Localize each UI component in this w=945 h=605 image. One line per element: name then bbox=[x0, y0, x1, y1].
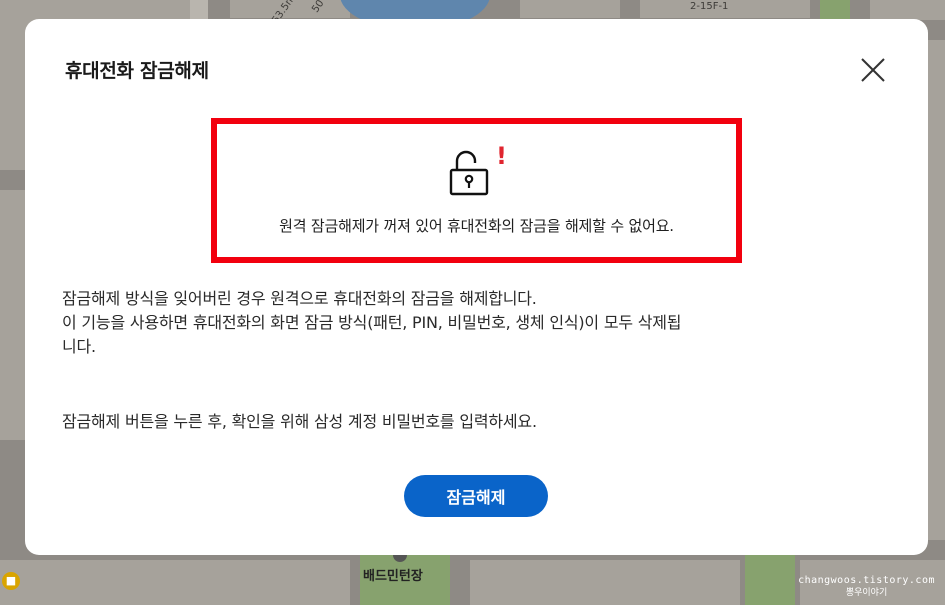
watermark-url: changwoos.tistory.com bbox=[798, 575, 935, 586]
alert-exclamation-icon: ! bbox=[496, 142, 507, 170]
warning-text: 원격 잠금해제가 꺼져 있어 휴대전화의 잠금을 해제할 수 없어요. bbox=[279, 217, 674, 235]
remote-unlock-dialog: 휴대전화 잠금해제 ! 원격 잠금해제가 꺼져 있어 휴대전화의 잠금을 해제할… bbox=[25, 19, 928, 555]
instruction-text: 잠금해제 버튼을 누른 후, 확인을 위해 삼성 계정 비밀번호를 입력하세요. bbox=[62, 412, 537, 431]
close-button[interactable] bbox=[857, 54, 889, 86]
page: 53.5m 50 2-15F-1 ■ 배드민턴장 changwoos.tisto… bbox=[0, 0, 945, 605]
map-poi-icon: ■ bbox=[2, 572, 20, 590]
description: 잠금해제 방식을 잊어버린 경우 원격으로 휴대전화의 잠금을 해제합니다. 이… bbox=[62, 287, 902, 359]
warning-highlight-box: ! 원격 잠금해제가 꺼져 있어 휴대전화의 잠금을 해제할 수 없어요. bbox=[211, 118, 742, 263]
description-line: 니다. bbox=[62, 337, 96, 356]
description-line: 잠금해제 방식을 잊어버린 경우 원격으로 휴대전화의 잠금을 해제합니다. bbox=[62, 289, 537, 308]
map-poi-label: 배드민턴장 bbox=[363, 569, 423, 584]
map-building-label: 2-15F-1 bbox=[690, 1, 729, 12]
description-line: 이 기능을 사용하면 휴대전화의 화면 잠금 방식(패턴, PIN, 비밀번호,… bbox=[62, 313, 682, 332]
close-icon bbox=[861, 58, 885, 82]
watermark: changwoos.tistory.com 뽕우이야기 bbox=[798, 575, 935, 599]
watermark-name: 뽕우이야기 bbox=[845, 588, 888, 598]
unlock-button[interactable]: 잠금해제 bbox=[404, 475, 548, 517]
dialog-title: 휴대전화 잠금해제 bbox=[65, 60, 209, 82]
